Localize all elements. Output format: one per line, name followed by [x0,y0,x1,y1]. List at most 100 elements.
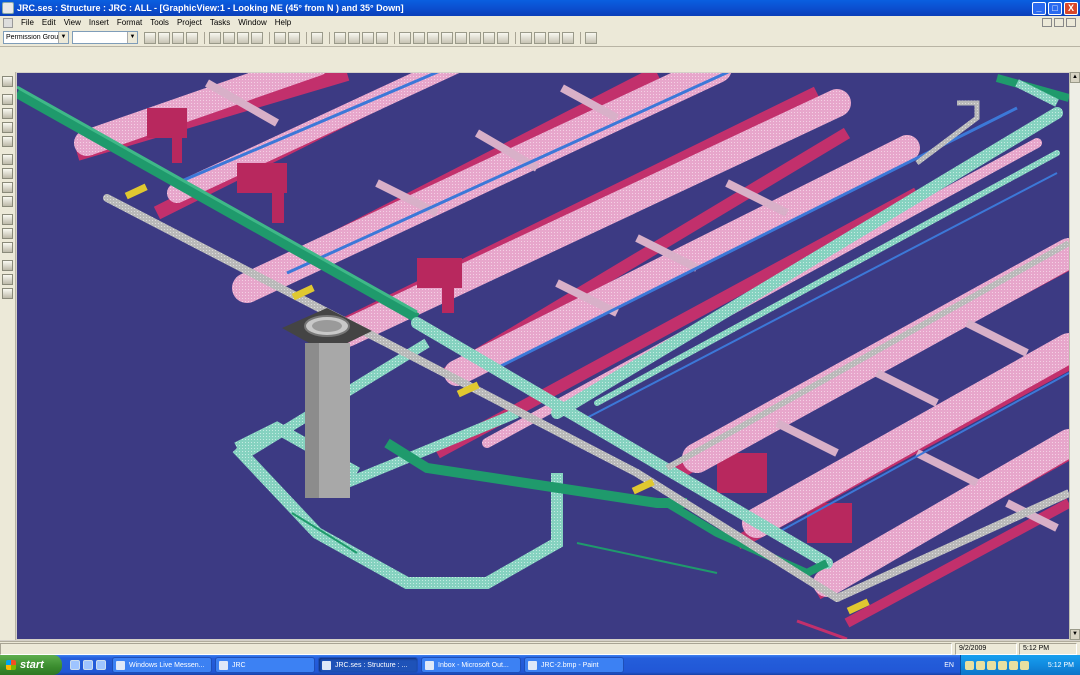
place-hanger-icon[interactable] [2,242,13,253]
place-slab-icon[interactable] [2,136,13,147]
document-icon[interactable] [3,17,13,28]
zoom-icon[interactable] [520,31,532,44]
open-icon[interactable] [158,31,170,44]
title-bar[interactable]: JRC.ses : Structure : JRC : ALL - [Graph… [0,0,1080,16]
menu-format[interactable]: Format [113,18,146,27]
scroll-down-icon[interactable]: ▼ [1070,629,1080,640]
help-icon[interactable] [585,31,597,44]
toolbar-separator [329,31,330,44]
pan-icon[interactable] [562,31,574,44]
copy-icon[interactable] [223,31,235,44]
maximize-button[interactable]: □ [1048,1,1062,15]
security-icon[interactable] [1009,660,1018,670]
menu-project[interactable]: Project [173,18,206,27]
taskbar-button-label: JRC [232,661,246,669]
camera-icon[interactable] [455,31,467,44]
place-stair-icon[interactable] [2,260,13,271]
undo-icon[interactable] [311,31,323,44]
close-button[interactable]: X [1064,1,1078,15]
menu-bar: File Edit View Insert Format Tools Proje… [0,16,1080,29]
print-icon[interactable] [186,31,198,44]
menu-view[interactable]: View [60,18,85,27]
windows-logo-icon [6,660,16,670]
place-handrail-icon[interactable] [2,288,13,299]
messenger-tray-icon[interactable] [976,660,985,670]
word-icon[interactable] [96,660,106,670]
update-icon[interactable] [1020,660,1029,670]
3d-model-view[interactable] [17,73,1069,639]
place-equipment-icon[interactable] [2,182,13,193]
chevron-down-icon[interactable]: ▼ [127,32,137,43]
place-duct-icon[interactable] [2,196,13,207]
place-member-icon[interactable] [2,94,13,105]
mdi-minimize-button[interactable] [1042,18,1052,27]
paste-icon[interactable] [237,31,249,44]
start-label: start [20,659,44,671]
outlook-icon[interactable] [83,660,93,670]
ie-icon[interactable] [70,660,80,670]
left-toolbar [0,72,16,640]
menu-window[interactable]: Window [234,18,270,27]
place-pipe-icon[interactable] [2,154,13,165]
taskbar-button-jrc-folder[interactable]: JRC [215,657,315,673]
menu-edit[interactable]: Edit [38,18,60,27]
tray-clock: 5:12 PM [1047,661,1074,669]
toolbar-separator [515,31,516,44]
save-icon[interactable] [172,31,184,44]
toolbar-icons [144,31,599,44]
minimize-button[interactable]: _ [1032,1,1046,15]
start-button[interactable]: start [0,655,62,675]
properties-icon[interactable] [483,31,495,44]
menu-insert[interactable]: Insert [85,18,113,27]
cut-icon[interactable] [209,31,221,44]
place-support-icon[interactable] [2,228,13,239]
place-tray-icon[interactable] [2,214,13,225]
graphic-view[interactable] [17,73,1069,639]
place-column-icon[interactable] [2,108,13,119]
language-indicator[interactable]: EN [944,662,954,669]
vertical-scrollbar[interactable]: ▲ ▼ [1069,72,1080,640]
menu-help[interactable]: Help [271,18,295,27]
menu-file[interactable]: File [17,18,38,27]
taskbar-button-label: Inbox - Microsoft Out... [438,661,509,669]
chevron-down-icon[interactable]: ▼ [58,32,68,43]
mdi-close-button[interactable] [1066,18,1076,27]
toolbar-separator [204,31,205,44]
place-ladder-icon[interactable] [2,274,13,285]
windows-taskbar: start Windows Live Messen... JRC JRC.ses… [0,655,1080,675]
zoom-area-icon[interactable] [534,31,546,44]
filter-icon[interactable] [469,31,481,44]
layers-icon[interactable] [413,31,425,44]
antivirus-icon[interactable] [987,660,996,670]
taskbar-button-label: Windows Live Messen... [129,661,205,669]
move-icon[interactable] [274,31,286,44]
volume-icon[interactable] [998,660,1007,670]
edit-icon[interactable] [362,31,374,44]
measure-icon[interactable] [348,31,360,44]
style-select[interactable]: ▼ [72,31,138,44]
shade-icon[interactable] [441,31,453,44]
menu-tools[interactable]: Tools [146,18,173,27]
taskbar-button-outlook[interactable]: Inbox - Microsoft Out... [421,657,521,673]
place-beam-icon[interactable] [2,122,13,133]
taskbar-button-messenger[interactable]: Windows Live Messen... [112,657,212,673]
render-icon[interactable] [427,31,439,44]
delete-icon[interactable] [251,31,263,44]
scroll-up-icon[interactable]: ▲ [1070,72,1080,83]
place-elbow-icon[interactable] [2,168,13,179]
new-icon[interactable] [144,31,156,44]
select-icon[interactable] [334,31,346,44]
dropdown-icon[interactable] [497,31,509,44]
menu-tasks[interactable]: Tasks [206,18,234,27]
select-arrow-icon[interactable] [2,76,13,87]
permission-group-select[interactable]: Permission Group ▼ [3,31,69,44]
taskbar-button-paint[interactable]: JRC-2.bmp - Paint [524,657,624,673]
view-icon[interactable] [399,31,411,44]
pencil-icon[interactable] [376,31,388,44]
zoom-fit-icon[interactable] [548,31,560,44]
network-icon[interactable] [965,660,974,670]
quick-launch [70,660,106,670]
taskbar-button-structure[interactable]: JRC.ses : Structure : ... [318,657,418,673]
rotate-icon[interactable] [288,31,300,44]
mdi-restore-button[interactable] [1054,18,1064,27]
